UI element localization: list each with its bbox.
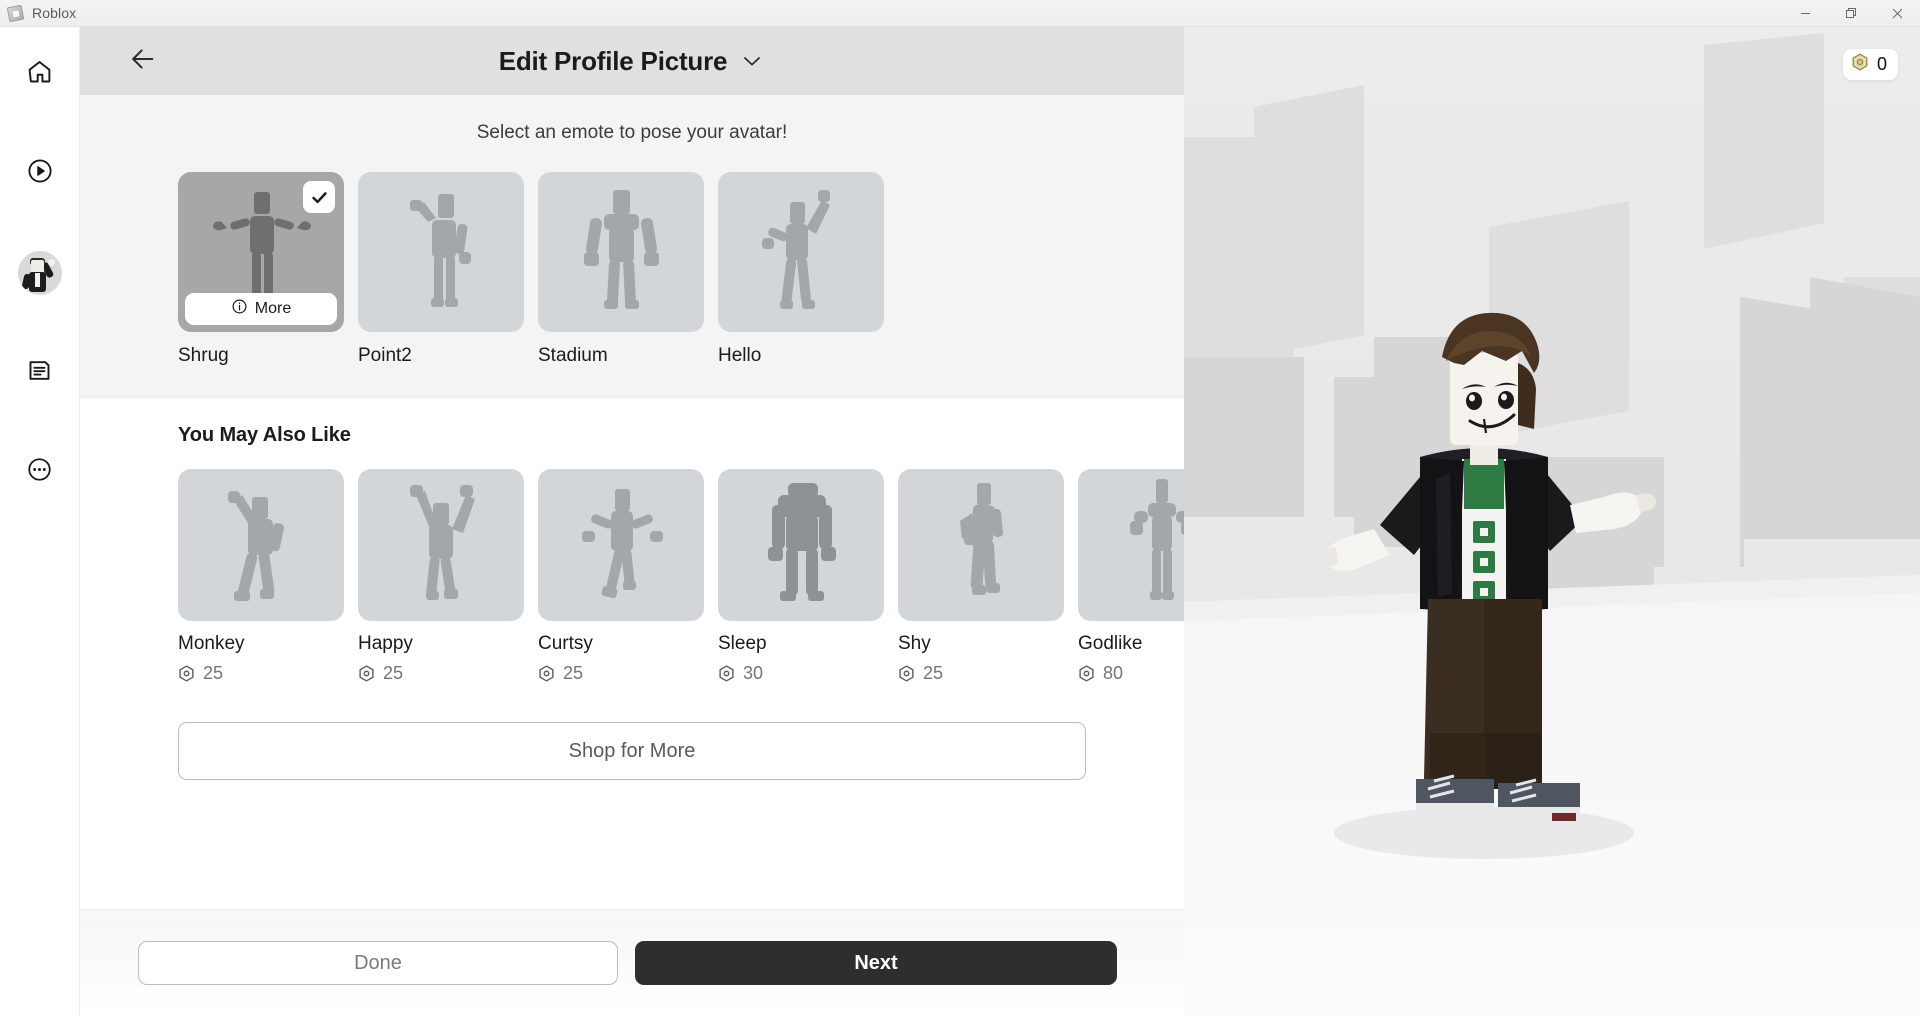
discover-play-icon [26,157,54,190]
rec-card-price: 25 [358,663,524,684]
emote-pose-monkey-icon [178,469,344,621]
avatar[interactable] [17,251,62,295]
emote-section-hint: Select an emote to pose your avatar! [476,122,788,143]
rec-card-price-value: 25 [923,663,944,683]
page-title-text: Edit Profile Picture [498,45,728,76]
sidebar-item-discover[interactable] [19,152,61,194]
emote-thumbnail[interactable] [718,172,884,332]
rec-card-shy[interactable]: Shy 25 [898,469,1064,684]
rec-thumbnail[interactable] [178,469,344,621]
rec-thumbnail[interactable] [898,469,1064,621]
robux-balance-value: 0 [1876,54,1887,74]
panel-header: Edit Profile Picture [80,27,1184,95]
rec-card-label: Curtsy [538,633,593,654]
emote-pose-happy-icon [358,469,524,621]
emote-thumbnail[interactable]: More [178,172,344,332]
recommendations-row: Monkey 25 Happy 25 Curtsy 25 Sleep 30 Sh… [178,469,1244,684]
rec-card-price: 25 [898,663,1064,684]
rec-thumbnail[interactable] [538,469,704,621]
emote-card-point2[interactable]: Point2 [358,172,524,367]
rec-card-sleep[interactable]: Sleep 30 [718,469,884,684]
chat-icon [26,357,53,389]
rec-card-price: 25 [538,663,704,684]
recommendations-section: You May Also Like Monkey 25 Happy 25 Cur… [80,398,1244,684]
shop-for-more-button[interactable]: Shop for More [178,722,1086,780]
emote-pose-point-icon [358,172,524,332]
next-button[interactable]: Next [635,941,1117,985]
rec-thumbnail[interactable] [358,469,524,621]
emote-card-label: Shrug [178,345,229,366]
robux-icon [358,665,375,682]
roblox-logo-icon [6,4,25,22]
emote-pose-hello-icon [718,172,884,332]
maximize-restore-icon[interactable] [1828,0,1874,27]
emote-pose-sleep-icon [718,469,884,621]
rec-card-monkey[interactable]: Monkey 25 [178,469,344,684]
rec-card-happy[interactable]: Happy 25 [358,469,524,684]
back-arrow-icon [127,43,159,80]
emote-card-label: Hello [718,345,762,366]
minimize-icon[interactable] [1782,0,1828,27]
emote-card-hello[interactable]: Hello [718,172,884,367]
done-button[interactable]: Done [138,941,618,985]
robux-icon [898,665,915,682]
window-controls [1782,0,1920,27]
rec-card-label: Monkey [178,633,245,654]
emote-card-label: Point2 [358,345,412,366]
emote-card-stadium[interactable]: Stadium [538,172,704,367]
more-button[interactable]: More [185,293,337,325]
emote-pose-shy-icon [898,469,1064,621]
recommendations-title: You May Also Like [178,424,351,446]
chevron-down-icon[interactable] [739,48,765,74]
robux-icon [1078,665,1095,682]
check-icon [303,181,335,213]
edit-profile-picture-panel: Edit Profile Picture Select an emote to … [80,27,1244,1016]
robux-balance-badge[interactable]: 0 [1842,49,1898,80]
avatar-3d-viewport[interactable]: 0 [1184,27,1920,1016]
rec-card-price-value: 80 [1103,663,1124,683]
robux-icon [178,665,195,682]
emote-thumbnail[interactable] [358,172,524,332]
shop-section: Shop for More [80,684,1184,780]
window-titlebar: Roblox [0,0,1920,27]
rec-card-curtsy[interactable]: Curtsy 25 [538,469,704,684]
emote-card-row: More Shrug Point2 Stadium Hello [80,172,1184,367]
window-title: Roblox [32,5,77,21]
rec-card-label: Sleep [718,633,767,654]
more-button-label: More [254,300,292,317]
emote-picker-section: Select an emote to pose your avatar! Mor… [80,95,1184,398]
panel-spacer [80,780,1184,909]
avatar-scene [1184,27,1920,1016]
rec-card-price-value: 25 [383,663,404,683]
sidebar-item-more[interactable] [19,451,61,493]
sidebar-item-home[interactable] [19,53,61,95]
info-icon [231,298,248,320]
robux-icon [538,665,555,682]
rec-card-label: Shy [898,633,931,654]
more-ellipsis-icon [26,456,53,488]
emote-pose-curtsy-icon [538,469,704,621]
sidebar-item-chat[interactable] [19,352,61,394]
action-bar: Done Next [80,909,1184,1016]
page-title[interactable]: Edit Profile Picture [80,46,1184,77]
rec-card-price-value: 25 [203,663,224,683]
rec-thumbnail[interactable] [718,469,884,621]
home-icon [26,58,53,90]
close-icon[interactable] [1874,0,1920,27]
rec-card-price: 30 [718,663,884,684]
back-button[interactable] [120,38,166,84]
emote-card-shrug[interactable]: More Shrug [178,172,344,367]
rec-card-price: 25 [178,663,344,684]
emote-pose-stadium-icon [538,172,704,332]
emote-card-label: Stadium [538,345,608,366]
sidebar-rail [0,27,80,1016]
rec-card-label: Happy [358,633,413,654]
robux-gold-icon [1851,53,1869,76]
robux-icon [718,665,735,682]
rec-card-price-value: 25 [563,663,584,683]
emote-thumbnail[interactable] [538,172,704,332]
rec-card-price-value: 30 [743,663,764,683]
